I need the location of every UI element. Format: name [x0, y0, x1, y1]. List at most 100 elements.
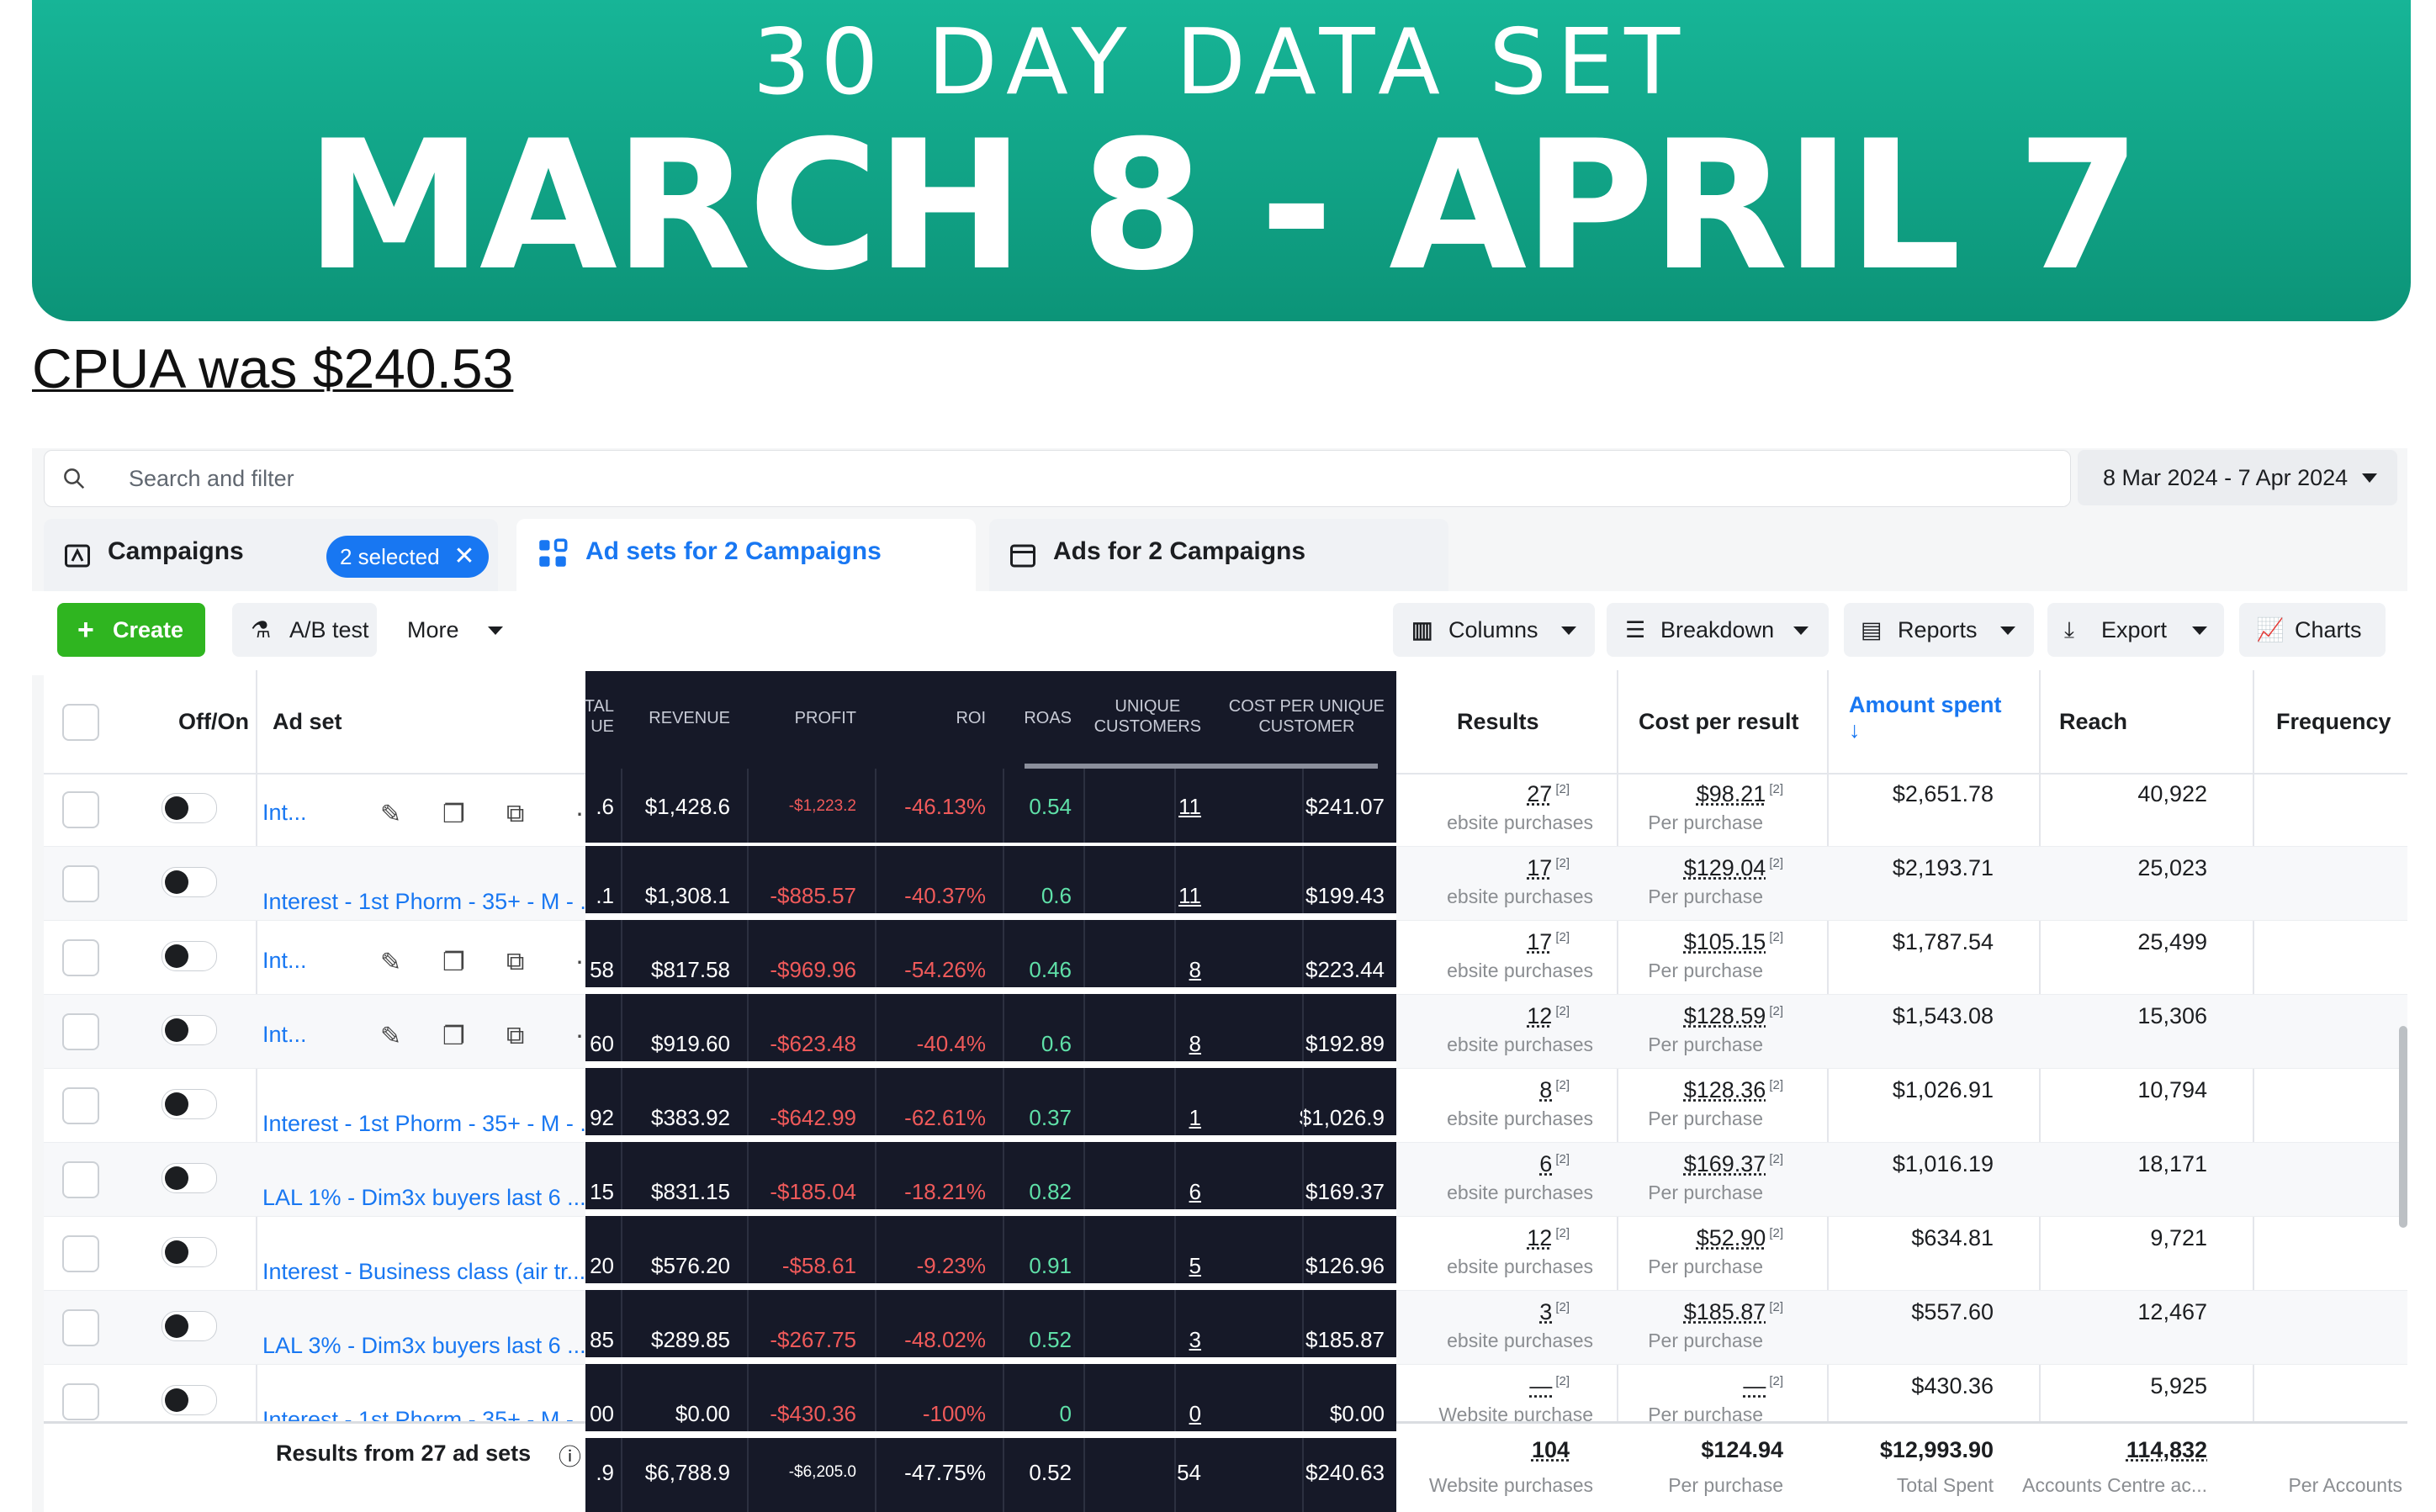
- overlay-revenue: $289.85: [651, 1327, 730, 1352]
- create-button[interactable]: + Create: [57, 603, 205, 657]
- charts-label: Charts: [2295, 617, 2362, 642]
- adset-name-link[interactable]: Interest - 1st Phorm - 35+ - M - ...: [262, 1111, 599, 1137]
- overlay-total-cpuc: $240.63: [1305, 1460, 1385, 1485]
- row-toggle[interactable]: [162, 793, 217, 823]
- duplicate-icon[interactable]: ❐: [442, 1022, 465, 1051]
- row-actions: ✎❐⧉⋯: [347, 800, 601, 833]
- overlay-roi: -40.4%: [916, 1031, 986, 1056]
- columns-button[interactable]: ▥ Columns: [1393, 603, 1595, 657]
- overlay-profit: -$1,223.2: [788, 797, 856, 815]
- row-checkbox[interactable]: [62, 1383, 99, 1420]
- overlay-divider: [875, 920, 876, 987]
- tab-ads-label: Ads for 2 Campaigns: [1053, 537, 1306, 565]
- selected-pill[interactable]: 2 selected ✕: [326, 536, 489, 578]
- chevron-down-icon: [1561, 626, 1576, 635]
- row-toggle[interactable]: [162, 1163, 217, 1193]
- header-amount-spent[interactable]: Amount spent: [1849, 692, 2002, 718]
- adset-name-link[interactable]: Int...: [262, 948, 307, 974]
- row-checkbox[interactable]: [62, 1087, 99, 1124]
- tab-adsets[interactable]: Ad sets for 2 Campaigns: [516, 519, 976, 591]
- chart-icon[interactable]: ⧉: [506, 800, 524, 828]
- overlay-divider: [1083, 846, 1085, 913]
- overlay-unique[interactable]: 5: [1189, 1253, 1201, 1279]
- amount-spent-value: $2,193.71: [1892, 855, 1994, 880]
- overlay-divider: [747, 1438, 749, 1512]
- header-frequency[interactable]: Frequency: [2276, 709, 2391, 735]
- overlay-unique[interactable]: 0: [1189, 1401, 1201, 1427]
- results-sub: ebsite purchases: [1447, 812, 1593, 833]
- reports-button[interactable]: ▤ Reports: [1844, 603, 2034, 657]
- row-checkbox[interactable]: [62, 1161, 99, 1198]
- cost-per-result-sub: Per purchase: [1648, 1182, 1763, 1203]
- tab-campaigns[interactable]: Campaigns 2 selected ✕: [44, 519, 498, 591]
- reports-label: Reports: [1898, 617, 1978, 642]
- cost-per-result-sub: Per purchase: [1648, 1330, 1763, 1351]
- adset-name-link[interactable]: LAL 3% - Dim3x buyers last 6 ...: [262, 1333, 586, 1359]
- duplicate-icon[interactable]: ❐: [442, 948, 465, 977]
- row-toggle[interactable]: [162, 1237, 217, 1267]
- row-toggle[interactable]: [162, 1385, 217, 1415]
- export-button[interactable]: ⤓ Export: [2047, 603, 2224, 657]
- breakdown-button[interactable]: ☰ Breakdown: [1607, 603, 1829, 657]
- ab-test-button[interactable]: ⚗ A/B test: [232, 603, 377, 657]
- overlay-unique[interactable]: 1: [1189, 1105, 1201, 1131]
- adset-name-link[interactable]: Int...: [262, 1022, 307, 1048]
- row-toggle[interactable]: [162, 1089, 217, 1119]
- row-checkbox[interactable]: [62, 1309, 99, 1346]
- charts-button[interactable]: 📈 Charts: [2239, 603, 2386, 657]
- date-range-picker[interactable]: 8 Mar 2024 - 7 Apr 2024: [2078, 450, 2397, 505]
- results-value: — [2]: [1529, 1373, 1570, 1398]
- header-adset[interactable]: Ad set: [273, 709, 342, 735]
- edit-icon[interactable]: ✎: [380, 948, 401, 977]
- row-toggle[interactable]: [162, 867, 217, 897]
- select-all-checkbox[interactable]: [62, 704, 99, 741]
- row-checkbox[interactable]: [62, 1235, 99, 1272]
- vertical-scrollbar[interactable]: [2399, 1026, 2407, 1228]
- overlay-divider: [747, 769, 749, 843]
- duplicate-icon[interactable]: ❐: [442, 800, 465, 829]
- clear-selection-icon[interactable]: ✕: [453, 536, 474, 578]
- overlay-unique[interactable]: 11: [1178, 883, 1201, 909]
- search-bar[interactable]: Search and filter: [44, 450, 2071, 507]
- overlay-divider: [621, 1438, 622, 1512]
- header-roi: ROI: [956, 709, 986, 727]
- row-checkbox[interactable]: [62, 1013, 99, 1050]
- chart-icon[interactable]: ⧉: [506, 948, 524, 976]
- overlay-unique[interactable]: 11: [1178, 794, 1201, 820]
- overlay-unique[interactable]: 8: [1189, 1031, 1201, 1057]
- more-button[interactable]: More: [394, 603, 520, 657]
- row-checkbox[interactable]: [62, 939, 99, 976]
- row-toggle[interactable]: [162, 1311, 217, 1341]
- adset-name-link[interactable]: LAL 1% - Dim3x buyers last 6 ...: [262, 1185, 586, 1211]
- overlay-divider: [875, 1068, 876, 1135]
- overlay-roas: 0.6: [1041, 1031, 1072, 1056]
- adset-name-link[interactable]: Interest - 1st Phorm - 35+ - M - ...: [262, 889, 599, 915]
- row-toggle[interactable]: [162, 941, 217, 971]
- edit-icon[interactable]: ✎: [380, 1022, 401, 1051]
- row-checkbox[interactable]: [62, 791, 99, 828]
- chart-icon[interactable]: ⧉: [506, 1022, 524, 1050]
- reach-value: 12,467: [2137, 1299, 2207, 1324]
- row-toggle[interactable]: [162, 1015, 217, 1045]
- reach-value: 10,794: [2137, 1077, 2207, 1102]
- overlay-divider: [1083, 1290, 1085, 1357]
- adset-name-link[interactable]: Interest - Business class (air tr...: [262, 1259, 585, 1285]
- header-cost-per-result[interactable]: Cost per result: [1639, 709, 1799, 735]
- adset-name-link[interactable]: Int...: [262, 800, 307, 826]
- reach-value: 15,306: [2137, 1003, 2207, 1028]
- tab-ads[interactable]: Ads for 2 Campaigns: [989, 519, 1448, 591]
- header-results[interactable]: Results: [1457, 709, 1539, 735]
- row-actions: ✎❐⧉⋯: [347, 948, 601, 981]
- overlay-unique[interactable]: 3: [1189, 1327, 1201, 1353]
- overlay-unique[interactable]: 6: [1189, 1179, 1201, 1205]
- row-checkbox[interactable]: [62, 865, 99, 902]
- tab-adsets-label: Ad sets for 2 Campaigns: [585, 537, 882, 565]
- overlay-unique[interactable]: 8: [1189, 957, 1201, 983]
- overlay-divider: [875, 1290, 876, 1357]
- cost-per-result-sub: Per purchase: [1648, 1256, 1763, 1277]
- overlay-cpuc: $241.07: [1305, 794, 1385, 819]
- overlay-revenue: $576.20: [651, 1253, 730, 1278]
- header-reach[interactable]: Reach: [2059, 709, 2127, 735]
- info-icon[interactable]: ⓘ: [559, 1439, 581, 1472]
- edit-icon[interactable]: ✎: [380, 800, 401, 829]
